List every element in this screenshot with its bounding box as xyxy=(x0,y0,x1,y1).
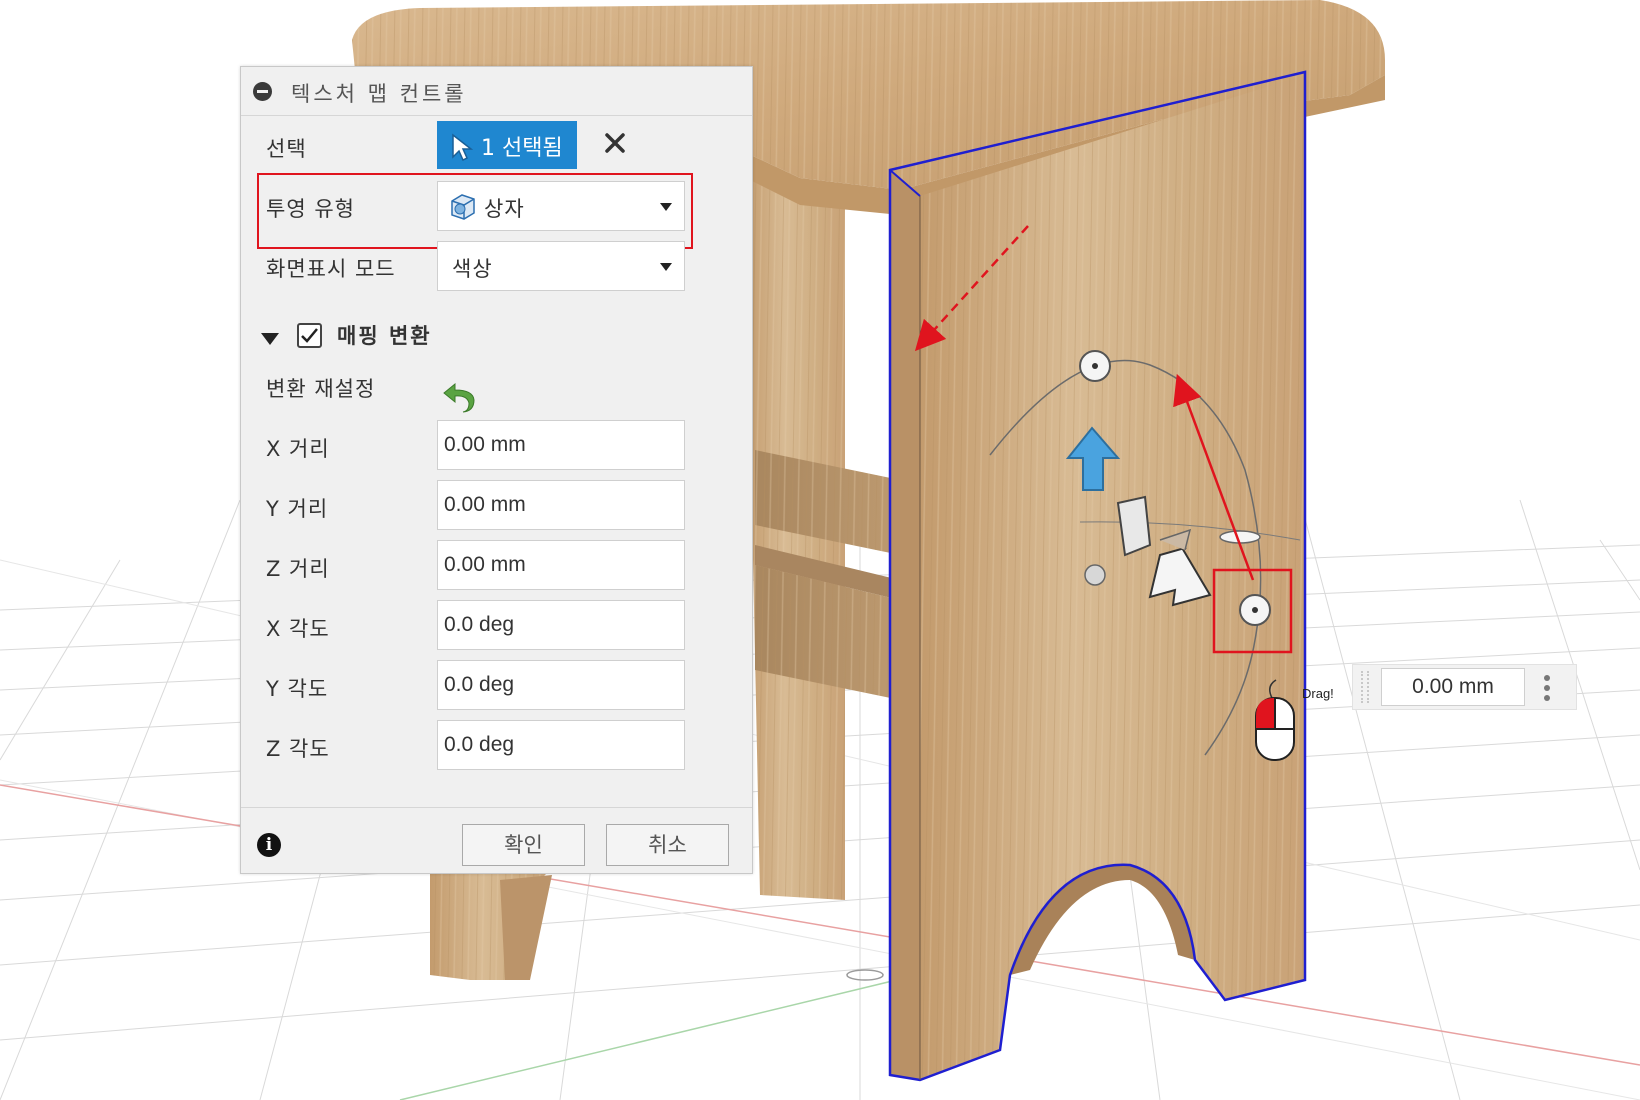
drag-hint-label: Drag! xyxy=(1302,686,1334,701)
more-options-icon[interactable] xyxy=(1543,674,1551,702)
y-distance-label: Y 거리 xyxy=(266,497,329,521)
ok-button[interactable]: 확인 xyxy=(462,824,585,866)
chevron-down-icon xyxy=(660,203,672,211)
clear-selection-icon[interactable] xyxy=(601,129,629,157)
chevron-down-icon xyxy=(660,263,672,271)
reset-transform-label: 변환 재설정 xyxy=(266,377,376,401)
x-distance-input[interactable]: 0.00 mm xyxy=(437,420,685,470)
dialog-footer: i 확인 취소 xyxy=(241,807,752,874)
info-icon[interactable]: i xyxy=(257,833,281,857)
projection-type-dropdown[interactable]: 상자 xyxy=(437,181,685,231)
drag-grip-icon[interactable] xyxy=(1361,671,1369,703)
y-angle-label: Y 각도 xyxy=(266,677,329,701)
y-angle-input[interactable]: 0.0 deg xyxy=(437,660,685,710)
rotate-handle-right-icon[interactable] xyxy=(1239,594,1271,626)
canvas-value-input[interactable]: 0.00 mm xyxy=(1381,668,1525,706)
cross-braces xyxy=(755,450,900,700)
origin-marker xyxy=(846,969,884,981)
projection-type-value: 상자 xyxy=(484,197,525,221)
selection-button[interactable]: 1 선택됨 xyxy=(437,121,577,169)
z-distance-label: Z 거리 xyxy=(266,557,330,581)
display-mode-dropdown[interactable]: 색상 xyxy=(437,241,685,291)
dialog-title: 텍스처 맵 컨트롤 xyxy=(291,82,467,106)
origin-handle-icon[interactable] xyxy=(1084,564,1106,586)
collapse-icon[interactable] xyxy=(253,82,272,101)
cursor-arrow-icon xyxy=(452,133,473,161)
box-projection-icon xyxy=(451,194,475,220)
cancel-button[interactable]: 취소 xyxy=(606,824,729,866)
selection-count-label: 1 선택됨 xyxy=(481,136,563,161)
z-angle-input[interactable]: 0.0 deg xyxy=(437,720,685,770)
x-distance-label: X 거리 xyxy=(266,437,330,461)
mapping-transform-checkbox[interactable] xyxy=(297,323,322,348)
projection-type-label: 투영 유형 xyxy=(266,197,355,221)
rotate-handle-side-icon[interactable] xyxy=(1219,530,1261,544)
reset-undo-icon[interactable] xyxy=(441,381,477,413)
x-angle-label: X 각도 xyxy=(266,617,330,641)
z-angle-label: Z 각도 xyxy=(266,737,330,761)
canvas-value-box: 0.00 mm xyxy=(1352,664,1577,710)
display-mode-value: 색상 xyxy=(452,257,493,281)
dialog-header[interactable]: 텍스처 맵 컨트롤 xyxy=(241,67,752,116)
texture-map-controls-dialog: 텍스처 맵 컨트롤 선택 1 선택됨 투영 유형 상자 화면표시 모드 색상 매… xyxy=(240,66,753,874)
z-distance-input[interactable]: 0.00 mm xyxy=(437,540,685,590)
x-angle-input[interactable]: 0.0 deg xyxy=(437,600,685,650)
selection-label: 선택 xyxy=(266,137,307,161)
section-expand-icon[interactable] xyxy=(261,333,279,345)
y-distance-input[interactable]: 0.00 mm xyxy=(437,480,685,530)
display-mode-label: 화면표시 모드 xyxy=(266,257,396,281)
checkmark-icon xyxy=(301,328,318,343)
rotate-handle-top-icon[interactable] xyxy=(1079,350,1111,382)
mapping-transform-title: 매핑 변환 xyxy=(337,324,432,348)
